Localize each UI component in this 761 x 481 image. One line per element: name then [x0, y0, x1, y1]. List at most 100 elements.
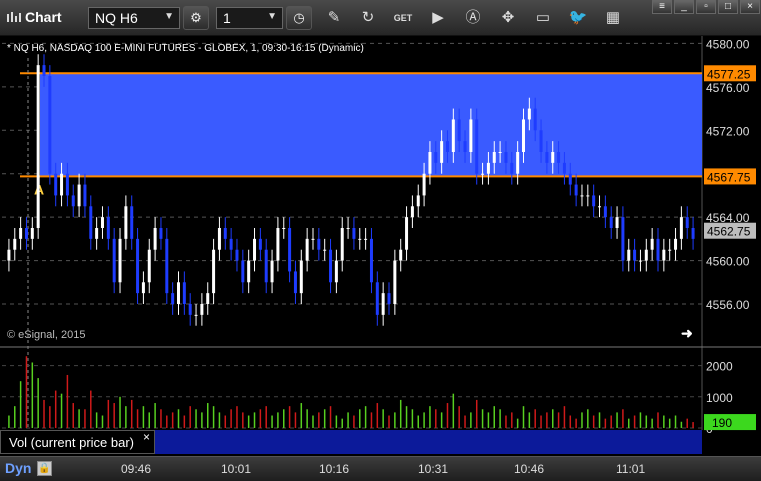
- chat-icon[interactable]: ▭: [533, 8, 553, 28]
- dynamic-mode-label[interactable]: Dyn: [5, 460, 31, 476]
- twitter-icon[interactable]: 🐦: [568, 8, 588, 28]
- candle-body: [60, 173, 64, 196]
- candle-body: [305, 238, 309, 261]
- candle-body: [539, 130, 543, 152]
- price-label: 4567.75: [707, 170, 751, 184]
- candle-body: [445, 141, 449, 152]
- candle-body: [270, 260, 274, 283]
- candle-body: [299, 260, 303, 294]
- calendar-icon[interactable]: ▦: [603, 8, 623, 28]
- candle-body: [253, 238, 257, 261]
- candle-body: [340, 228, 344, 261]
- candle-body: [311, 238, 315, 240]
- candle-body: [212, 249, 216, 294]
- toolbar: Chart NQ H6 ▼ ⚙ 1 ▼ ◷ ✎ ↻ GET ▶ Ⓐ ✥ ▭ 🐦 …: [0, 0, 761, 36]
- candle-body: [592, 195, 596, 207]
- lock-icon[interactable]: 🔒: [37, 461, 52, 476]
- price-tick-label: 4572.00: [706, 124, 750, 138]
- candle-body: [106, 217, 110, 239]
- candle-body: [369, 238, 373, 283]
- clock-icon[interactable]: ◷: [286, 6, 312, 30]
- chevron-down-icon[interactable]: ▼: [164, 11, 174, 22]
- candle-body: [609, 217, 613, 228]
- candle-body: [685, 217, 689, 228]
- time-axis: Dyn 🔒 09:46 10:01 10:16 10:31 10:46 11:01: [0, 456, 761, 481]
- candle-body: [516, 152, 520, 174]
- candle-body: [235, 249, 239, 261]
- candle-body: [627, 249, 631, 261]
- volume-current-label: 190: [712, 416, 732, 430]
- close-button[interactable]: ×: [740, 0, 760, 14]
- candle-body: [182, 282, 186, 304]
- candle-body: [557, 152, 561, 163]
- chart-icon: [6, 10, 22, 24]
- candle-body: [89, 206, 93, 239]
- scroll-right-icon: ➜: [681, 325, 693, 341]
- candle-body: [522, 119, 525, 152]
- chart-title: * NQ H6, NASDAQ 100 E-MINI FUTURES - GLO…: [7, 43, 364, 54]
- price-label: 4562.75: [707, 225, 751, 239]
- refresh-icon[interactable]: ↻: [358, 8, 378, 28]
- candle-body: [19, 228, 23, 239]
- symbol-input[interactable]: NQ H6 ▼: [88, 7, 180, 29]
- candle-body: [223, 228, 227, 239]
- copyright-label: © eSignal, 2015: [7, 329, 85, 341]
- candle-body: [381, 293, 385, 315]
- candle-body: [399, 249, 403, 261]
- candle-body: [621, 217, 625, 261]
- window-menu-button[interactable]: ≡: [652, 0, 672, 14]
- maximize-button[interactable]: □: [718, 0, 738, 14]
- chevron-down-icon[interactable]: ▼: [267, 11, 277, 22]
- candle-body: [668, 249, 672, 251]
- candle-body: [422, 173, 426, 196]
- volume-tick-label: 1000: [706, 391, 733, 405]
- play-icon[interactable]: ▶: [428, 8, 448, 28]
- candle-body: [434, 152, 438, 163]
- candle-body: [217, 228, 221, 250]
- candle-body: [36, 65, 40, 228]
- close-icon[interactable]: ×: [143, 430, 150, 444]
- candle-body: [206, 293, 210, 304]
- candle-body: [177, 282, 180, 304]
- link-icon[interactable]: ✥: [498, 8, 518, 28]
- minimize-button[interactable]: _: [674, 0, 694, 14]
- get-icon[interactable]: GET: [393, 8, 413, 28]
- candle-body: [568, 173, 572, 185]
- time-tick-label: 10:01: [221, 462, 252, 476]
- candle-body: [615, 217, 619, 228]
- candle-body: [124, 206, 128, 239]
- candle-body: [674, 238, 678, 250]
- interval-input[interactable]: 1 ▼: [216, 7, 283, 29]
- candle-body: [358, 238, 362, 240]
- candle-body: [364, 238, 368, 240]
- volume-study-label[interactable]: Vol (current price bar): [0, 430, 155, 454]
- candle-body: [334, 260, 338, 283]
- candle-body: [504, 152, 508, 163]
- candle-body: [562, 162, 566, 174]
- candle-body: [551, 152, 555, 163]
- candle-body: [691, 228, 695, 239]
- pencil-icon[interactable]: ✎: [324, 8, 344, 28]
- candle-body: [159, 228, 163, 239]
- candle-body: [276, 228, 280, 261]
- candle-body: [492, 152, 496, 163]
- candle-body: [95, 228, 99, 239]
- a-icon[interactable]: Ⓐ: [463, 8, 483, 28]
- time-tick-label: 09:46: [121, 462, 152, 476]
- candle-body: [679, 217, 683, 239]
- candle-body: [486, 162, 490, 174]
- settings-icon[interactable]: ⚙: [183, 6, 209, 30]
- candle-body: [405, 217, 409, 250]
- candle-body: [428, 152, 432, 174]
- price-tick-label: 4556.00: [706, 298, 750, 312]
- candle-body: [498, 152, 502, 153]
- price-chart[interactable]: 4580.004576.004572.004568.004564.004560.…: [0, 36, 761, 456]
- candle-body: [457, 119, 461, 142]
- candle-body: [147, 249, 151, 283]
- candle-body: [48, 76, 52, 174]
- restore-button[interactable]: ▫: [696, 0, 716, 14]
- candle-body: [662, 249, 666, 261]
- candle-body: [644, 249, 648, 261]
- candle-body: [481, 173, 485, 175]
- candle-body: [13, 238, 17, 250]
